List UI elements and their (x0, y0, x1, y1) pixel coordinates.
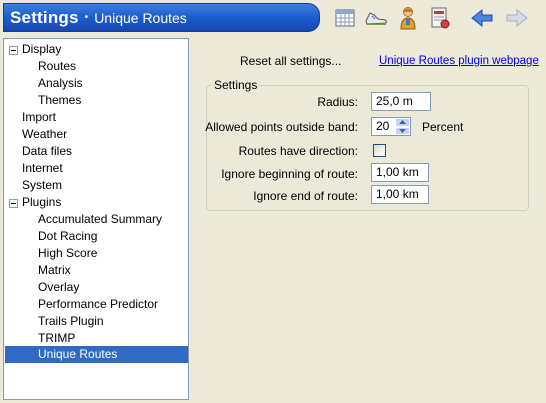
settings-tree[interactable]: Display Routes Analysis Themes Import We… (3, 38, 189, 400)
tree-item-analysis[interactable]: Analysis (38, 75, 83, 92)
tree-item-data-files[interactable]: Data files (22, 143, 72, 160)
ignore-end-label: Ignore end of route: (253, 189, 358, 203)
report-icon[interactable] (428, 6, 452, 30)
calendar-icon[interactable] (333, 6, 357, 30)
stepper-up-button[interactable] (395, 118, 410, 127)
tree-item-matrix[interactable]: Matrix (38, 262, 71, 279)
page-title: Settings (10, 7, 79, 27)
settings-group-title: Settings (212, 78, 260, 92)
collapse-plugins-icon[interactable] (9, 199, 18, 208)
radius-label: Radius: (317, 95, 358, 109)
tree-item-weather[interactable]: Weather (22, 126, 67, 143)
title-bar: Settings • Unique Routes (3, 3, 320, 32)
tree-item-display[interactable]: Display (22, 41, 61, 58)
tree-item-plugins[interactable]: Plugins (22, 194, 61, 211)
radius-field[interactable]: 25,0 m (371, 92, 431, 111)
reset-all-settings-link[interactable]: Reset all settings... (240, 54, 341, 68)
stepper-down-button[interactable] (395, 126, 410, 135)
tree-item-trails-plugin[interactable]: Trails Plugin (38, 313, 104, 330)
tree-item-trimp[interactable]: TRIMP (38, 330, 75, 347)
plugin-webpage-link[interactable]: Unique Routes plugin webpage (379, 55, 539, 67)
tree-item-dot-racing[interactable]: Dot Racing (38, 228, 97, 245)
points-outside-band-label: Allowed points outside band: (205, 120, 358, 134)
tree-item-performance-predictor[interactable]: Performance Predictor (38, 296, 158, 313)
routes-direction-label: Routes have direction: (238, 144, 358, 158)
tree-item-routes[interactable]: Routes (38, 58, 76, 75)
collapse-display-icon[interactable] (9, 46, 18, 55)
tree-item-themes[interactable]: Themes (38, 92, 81, 109)
tree-item-internet[interactable]: Internet (22, 160, 63, 177)
title-separator: • (84, 12, 89, 23)
ignore-end-field[interactable]: 1,00 km (371, 185, 429, 204)
ignore-beginning-label: Ignore beginning of route: (221, 167, 358, 181)
settings-pane: Reset all settings... Unique Routes plug… (194, 38, 544, 400)
chevron-up-icon (399, 120, 406, 125)
routes-direction-checkbox[interactable] (373, 144, 386, 157)
shoe-icon[interactable] (364, 6, 388, 30)
tree-item-high-score[interactable]: High Score (38, 245, 97, 262)
tree-item-import[interactable]: Import (22, 109, 56, 126)
tree-item-system[interactable]: System (22, 177, 62, 194)
forward-arrow-icon[interactable] (505, 6, 529, 30)
header: Settings • Unique Routes (0, 0, 546, 37)
points-outside-band-value[interactable]: 20 (376, 118, 389, 135)
points-outside-band-stepper[interactable]: 20 (371, 117, 411, 136)
ignore-beginning-field[interactable]: 1,00 km (371, 163, 429, 182)
tree-item-overlay[interactable]: Overlay (38, 279, 79, 296)
chevron-down-icon (399, 128, 406, 133)
points-unit-label: Percent (422, 120, 464, 134)
tree-item-accumulated-summary[interactable]: Accumulated Summary (38, 211, 162, 228)
page-subtitle: Unique Routes (94, 9, 187, 26)
athlete-icon[interactable] (396, 6, 420, 30)
tree-item-unique-routes[interactable]: Unique Routes (5, 346, 188, 363)
back-arrow-icon[interactable] (470, 6, 494, 30)
